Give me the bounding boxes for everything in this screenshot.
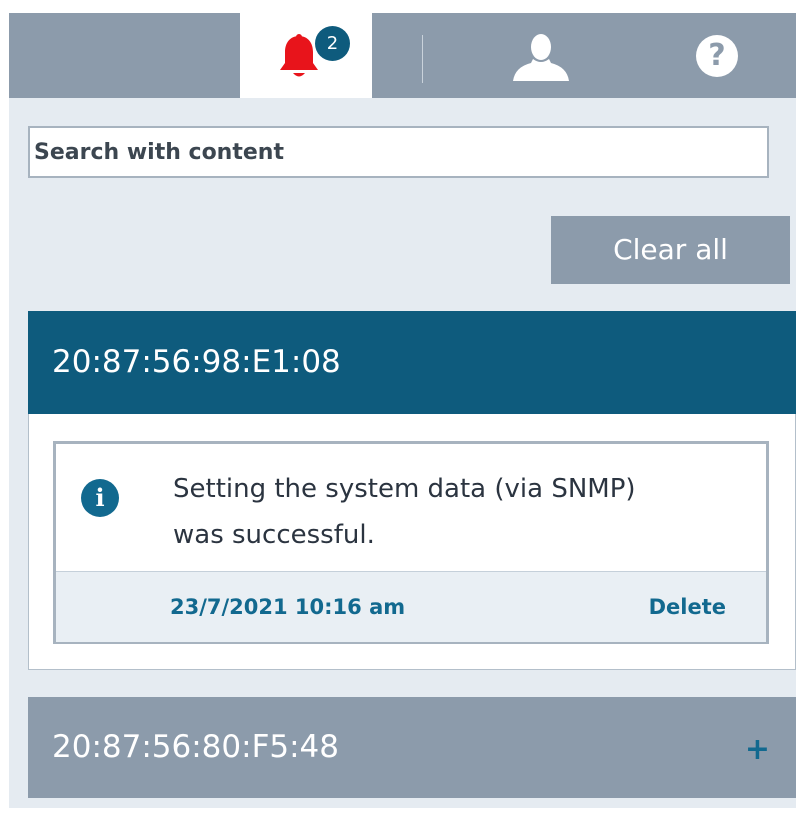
tab-notifications[interactable]: 2 bbox=[240, 13, 372, 98]
search-input[interactable] bbox=[28, 126, 769, 178]
tab-divider bbox=[422, 35, 423, 83]
help-icon: ? bbox=[696, 35, 738, 77]
tab-help[interactable]: ? bbox=[669, 13, 769, 98]
device-group-body: i Setting the system data (via SNMP) was… bbox=[28, 414, 796, 670]
tab-user[interactable] bbox=[489, 13, 589, 98]
notification-message-text: Setting the system data (via SNMP) was s… bbox=[173, 466, 733, 558]
user-icon bbox=[513, 34, 569, 81]
message-line-1: Setting the system data (via SNMP) bbox=[173, 474, 636, 504]
info-icon: i bbox=[81, 479, 119, 517]
device-group-title: 20:87:56:98:E1:08 bbox=[52, 344, 341, 380]
notification-message-card: i Setting the system data (via SNMP) was… bbox=[53, 441, 769, 644]
notification-message-footer: 23/7/2021 10:16 am Delete bbox=[56, 571, 766, 642]
expand-icon[interactable]: + bbox=[745, 697, 770, 803]
device-group-header[interactable]: 20:87:56:98:E1:08 bbox=[28, 311, 796, 414]
device-group-title: 20:87:56:80:F5:48 bbox=[52, 729, 340, 765]
message-line-2: was successful. bbox=[173, 520, 375, 550]
top-tab-bar: 2 ? bbox=[9, 13, 796, 98]
device-group-header-collapsed[interactable]: 20:87:56:80:F5:48 + bbox=[28, 697, 796, 798]
notification-timestamp: 23/7/2021 10:16 am bbox=[170, 595, 406, 619]
delete-link[interactable]: Delete bbox=[649, 572, 726, 642]
clear-all-button[interactable]: Clear all bbox=[551, 216, 790, 284]
notification-count-badge: 2 bbox=[315, 26, 350, 61]
